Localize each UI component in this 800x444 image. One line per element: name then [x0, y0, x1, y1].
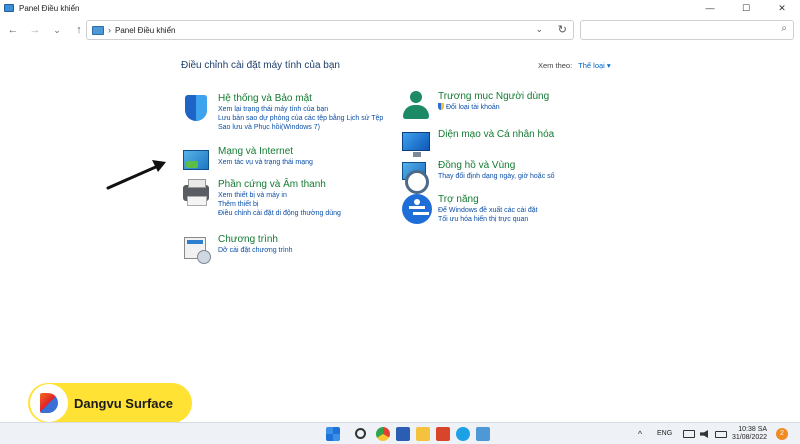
clock-region-icon[interactable]: [401, 160, 431, 194]
start-icon[interactable]: [326, 427, 340, 441]
programs-icon[interactable]: [181, 234, 211, 264]
category-link[interactable]: Để Windows đề xuất các cài đặt: [438, 206, 538, 215]
forward-button[interactable]: →: [24, 24, 46, 36]
address-bar[interactable]: › Panel Điều khiển ⌄ ↻: [86, 20, 574, 40]
category-title[interactable]: Trợ năng: [438, 194, 538, 206]
recent-locations-button[interactable]: ⌄: [46, 25, 68, 36]
chevron-up-icon[interactable]: ^: [636, 427, 644, 441]
view-by-dropdown[interactable]: Thể loại ▾: [578, 61, 611, 70]
network-tray-icon[interactable]: [683, 430, 695, 438]
battery-icon[interactable]: [715, 431, 727, 438]
category-link[interactable]: Thay đổi định dạng ngày, giờ hoặc số: [438, 172, 555, 181]
category-accessibility: Trợ năng Để Windows đề xuất các cài đặt …: [401, 194, 538, 224]
breadcrumb-separator: ›: [108, 25, 111, 35]
category-link[interactable]: Đổi loại tài khoản: [438, 103, 549, 112]
navigation-bar: ← → ⌄ ↑ › Panel Điều khiển ⌄ ↻ ⌕: [0, 18, 800, 42]
clock-time: 10:38 SA: [738, 426, 768, 433]
category-title[interactable]: Phần cứng và Âm thanh: [218, 179, 341, 191]
file-explorer-icon[interactable]: [416, 427, 430, 441]
category-title[interactable]: Chương trình: [218, 234, 293, 246]
network-icon[interactable]: [181, 146, 211, 176]
category-title[interactable]: Đồng hồ và Vùng: [438, 160, 555, 172]
address-dropdown-button[interactable]: ⌄: [535, 24, 543, 35]
taskbar-clock[interactable]: 10:38 SA 31/08/2022: [732, 426, 767, 442]
view-by-label: Xem theo:: [538, 61, 573, 70]
word-icon[interactable]: [396, 427, 410, 441]
window-title: Panel Điều khiển: [19, 3, 80, 13]
skype-icon[interactable]: [456, 427, 470, 441]
minimize-button[interactable]: —: [692, 0, 728, 16]
category-title[interactable]: Mạng và Internet: [218, 146, 313, 158]
window-controls: — ☐ ✕: [692, 0, 800, 16]
refresh-button[interactable]: ↻: [558, 23, 567, 36]
category-network-internet: Mạng và Internet Xem tác vụ và trạng thá…: [181, 146, 313, 176]
notification-badge[interactable]: 2: [776, 428, 788, 440]
category-hardware-sound: Phần cứng và Âm thanh Xem thiết bị và má…: [181, 179, 341, 218]
printer-icon[interactable]: [181, 179, 211, 209]
store-icon[interactable]: [436, 427, 450, 441]
category-programs: Chương trình Dỡ cài đặt chương trình: [181, 234, 293, 264]
category-link[interactable]: Dỡ cài đặt chương trình: [218, 246, 293, 255]
annotation-arrow-icon: [106, 160, 166, 190]
accessibility-icon[interactable]: [401, 194, 432, 224]
category-link[interactable]: Tối ưu hóa hiển thị trực quan: [438, 215, 538, 224]
view-by-control: Xem theo: Thể loại ▾: [538, 61, 611, 70]
title-bar: Panel Điều khiển — ☐ ✕: [0, 0, 800, 16]
language-indicator[interactable]: ENG: [657, 430, 672, 437]
category-title[interactable]: Hệ thống và Bảo mật: [218, 93, 383, 105]
breadcrumb-path[interactable]: Panel Điều khiển: [115, 26, 175, 35]
control-panel-icon: [92, 25, 104, 35]
shield-icon[interactable]: [181, 93, 211, 123]
category-clock-region: Đồng hồ và Vùng Thay đổi định dạng ngày,…: [401, 160, 555, 194]
maximize-button[interactable]: ☐: [728, 0, 764, 16]
clock-date: 31/08/2022: [732, 434, 768, 441]
category-link[interactable]: Xem thiết bị và máy in: [218, 191, 341, 200]
category-title[interactable]: Trương mục Người dùng: [438, 91, 549, 103]
brand-logo: Dangvu Surface: [28, 383, 192, 423]
page-title: Điều chỉnh cài đặt máy tính của bạn: [181, 60, 340, 71]
control-panel-icon[interactable]: [476, 427, 490, 441]
chrome-icon[interactable]: [376, 427, 390, 441]
category-link[interactable]: Thêm thiết bị: [218, 200, 341, 209]
category-link[interactable]: Xem tác vụ và trạng thái mạng: [218, 158, 313, 167]
search-icon: ⌕: [781, 23, 787, 34]
back-button[interactable]: ←: [2, 24, 24, 36]
category-link[interactable]: Điều chỉnh cài đặt di động thường dùng: [218, 209, 341, 218]
search-input[interactable]: ⌕: [580, 20, 794, 40]
dangvu-logo-icon: [30, 384, 68, 422]
category-system-security: Hệ thống và Bảo mật Xem lại trạng thái m…: [181, 93, 383, 132]
category-link[interactable]: Xem lại trạng thái máy tính của bạn: [218, 105, 383, 114]
close-button[interactable]: ✕: [764, 0, 800, 16]
taskbar: ^ ENG 10:38 SA 31/08/2022 2: [0, 422, 800, 444]
search-icon[interactable]: [355, 428, 366, 439]
category-appearance: Diện mạo và Cá nhân hóa: [401, 129, 554, 159]
category-title[interactable]: Diện mạo và Cá nhân hóa: [438, 129, 554, 141]
control-panel-icon: [4, 4, 14, 12]
volume-icon[interactable]: [700, 430, 708, 438]
category-link[interactable]: Lưu bản sao dự phòng của các tệp bằng Lị…: [218, 114, 383, 123]
category-link[interactable]: Sao lưu và Phục hồi(Windows 7): [218, 123, 383, 132]
brand-name: Dangvu Surface: [74, 395, 173, 411]
category-user-accounts: Trương mục Người dùng Đổi loại tài khoản: [401, 91, 549, 121]
user-accounts-icon[interactable]: [401, 91, 431, 121]
appearance-icon[interactable]: [401, 129, 431, 159]
